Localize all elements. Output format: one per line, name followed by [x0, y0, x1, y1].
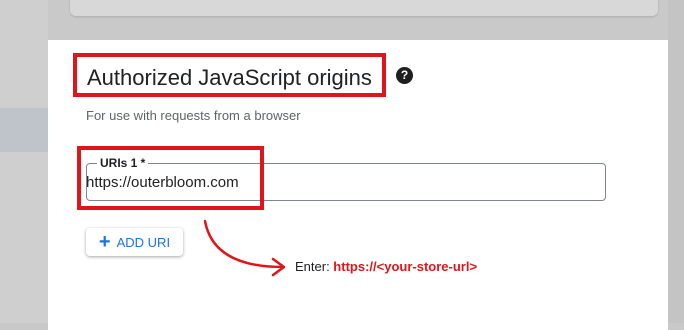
- right-gutter: [668, 0, 684, 323]
- plus-icon: +: [98, 231, 111, 253]
- previous-card: [70, 0, 658, 16]
- help-icon[interactable]: ?: [396, 67, 413, 84]
- field-highlight-box: [77, 146, 264, 210]
- origins-card: Authorized JavaScript origins ? For use …: [48, 40, 668, 330]
- section-subtitle: For use with requests from a browser: [86, 108, 301, 123]
- side-panel-highlight: [0, 108, 48, 152]
- title-highlight-box: [73, 53, 386, 97]
- add-uri-label: ADD URI: [116, 234, 171, 250]
- add-uri-button[interactable]: + ADD URI: [86, 228, 183, 256]
- annotation-note: Enter: https://<your-store-url>: [295, 259, 477, 274]
- annotation-prefix: Enter:: [295, 259, 334, 274]
- annotation-arrow-icon: [203, 219, 285, 277]
- side-panel: [0, 0, 48, 323]
- annotation-url: https://<your-store-url>: [333, 259, 478, 274]
